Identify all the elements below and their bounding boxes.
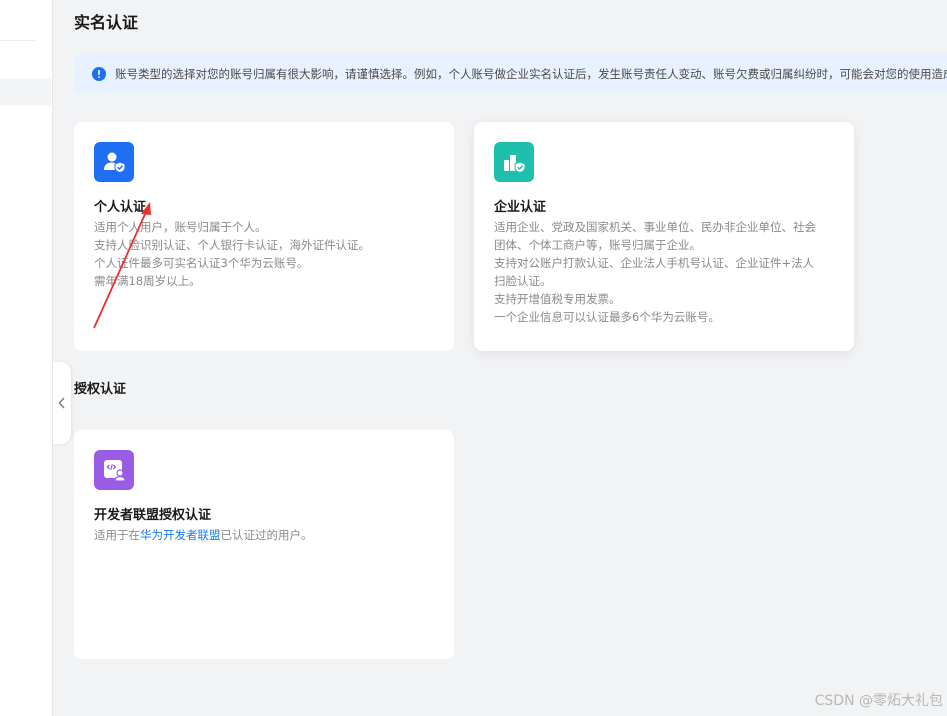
enterprise-auth-desc: 适用企业、党政及国家机关、事业单位、民办非企业单位、社会 团体、个体工商户等，账…	[494, 218, 834, 326]
info-icon	[92, 66, 106, 81]
developer-auth-title: 开发者联盟授权认证	[94, 508, 212, 523]
desc-line: 支持对公账户打款认证、企业法人手机号认证、企业证件+法人	[494, 256, 815, 270]
personal-auth-desc: 适用个人用户，账号归属于个人。 支持人脸识别认证、个人银行卡认证，海外证件认证。…	[94, 218, 434, 290]
desc-line: 团体、个体工商户等，账号归属于企业。	[494, 238, 701, 252]
notice-banner: 账号类型的选择对您的账号归属有很大影响，请谨慎选择。例如，个人账号做企业实名认证…	[74, 53, 947, 94]
enterprise-auth-card[interactable]: 企业认证 适用企业、党政及国家机关、事业单位、民办非企业单位、社会 团体、个体工…	[474, 122, 854, 351]
desc-line: 个人证件最多可实名认证3个华为云账号。	[94, 256, 309, 270]
developer-auth-desc: 适用于在华为开发者联盟已认证过的用户。	[94, 526, 434, 544]
sidebar-active-item[interactable]	[0, 79, 51, 105]
page-title: 实名认证	[74, 13, 139, 32]
desc-line: 适用企业、党政及国家机关、事业单位、民办非企业单位、社会	[494, 220, 816, 234]
developer-alliance-link[interactable]: 华为开发者联盟	[140, 528, 221, 542]
personal-auth-title: 个人认证	[94, 200, 147, 215]
desc-line: 扫脸认证。	[494, 274, 552, 288]
person-shield-icon	[94, 142, 134, 182]
sidebar-collapse-button[interactable]	[53, 362, 71, 444]
desc-suffix: 已认证过的用户。	[220, 528, 313, 542]
desc-line: 支持开增值税专用发票。	[494, 292, 621, 306]
notice-text: 账号类型的选择对您的账号归属有很大影响，请谨慎选择。例如，个人账号做企业实名认证…	[115, 66, 947, 81]
chevron-left-icon	[58, 397, 65, 409]
sidebar	[0, 0, 53, 716]
desc-line: 适用个人用户，账号归属于个人。	[94, 220, 267, 234]
building-shield-icon	[494, 142, 534, 182]
developer-auth-card[interactable]: 开发者联盟授权认证 适用于在华为开发者联盟已认证过的用户。	[74, 430, 454, 659]
watermark-text: CSDN @零炻大礼包	[814, 693, 943, 709]
desc-prefix: 适用于在	[94, 528, 140, 542]
personal-auth-card[interactable]: 个人认证 适用个人用户，账号归属于个人。 支持人脸识别认证、个人银行卡认证，海外…	[74, 122, 454, 351]
desc-line: 支持人脸识别认证、个人银行卡认证，海外证件认证。	[94, 238, 370, 252]
enterprise-auth-title: 企业认证	[494, 200, 547, 215]
code-user-icon	[94, 450, 134, 490]
desc-line: 一个企业信息可以认证最多6个华为云账号。	[494, 310, 720, 324]
authorized-section-title: 授权认证	[74, 382, 127, 397]
sidebar-divider	[0, 40, 36, 41]
desc-line: 需年满18周岁以上。	[94, 274, 201, 288]
desc-line: 适用于在华为开发者联盟已认证过的用户。	[94, 526, 434, 544]
